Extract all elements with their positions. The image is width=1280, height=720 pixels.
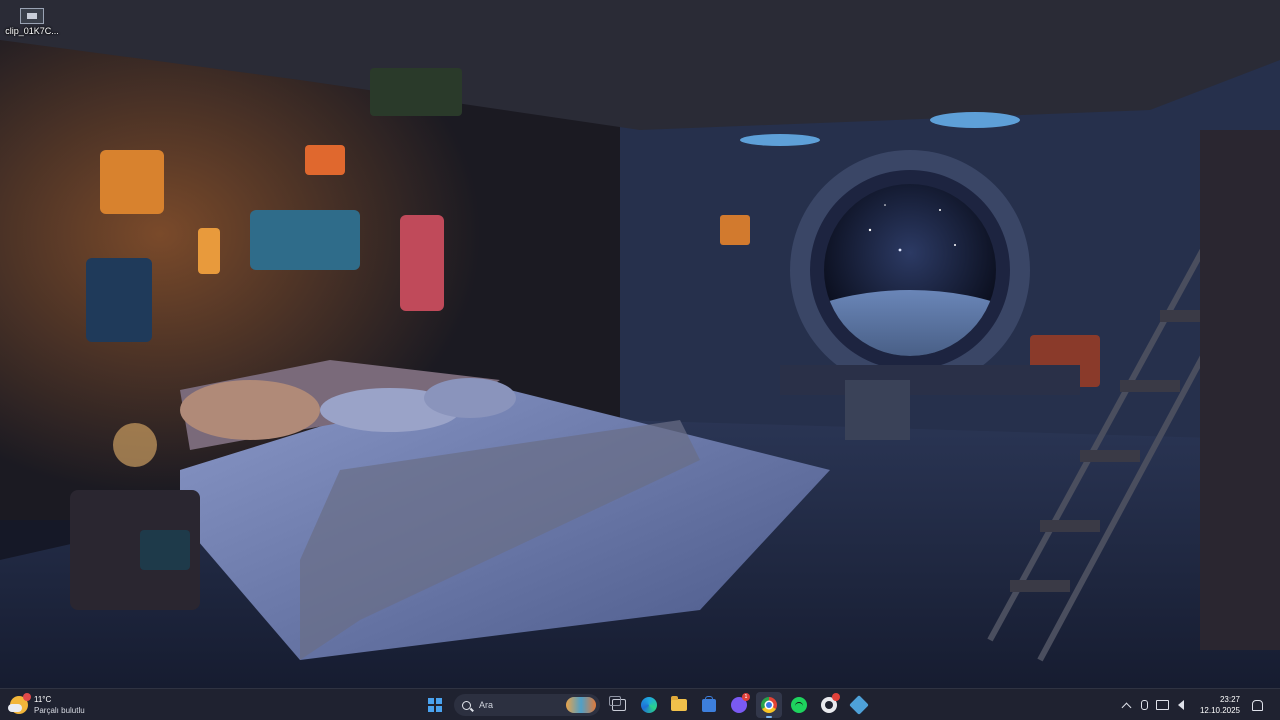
spotify-button[interactable] bbox=[786, 692, 812, 718]
desktop-icon-label: clip_01K7C... bbox=[5, 26, 59, 36]
search-icon bbox=[462, 700, 471, 710]
notification-badge: 1 bbox=[742, 693, 750, 701]
network-icon bbox=[1156, 700, 1170, 710]
system-tray: 23:27 12.10.2025 bbox=[1118, 692, 1266, 718]
task-view-button[interactable] bbox=[606, 692, 632, 718]
edge-button[interactable] bbox=[636, 692, 662, 718]
taskbar-apps: Ara 1 bbox=[420, 692, 874, 718]
weather-temperature: 11°C bbox=[34, 695, 52, 704]
chrome-button[interactable] bbox=[756, 692, 782, 718]
windows-start-icon bbox=[428, 698, 442, 712]
chrome-icon bbox=[761, 697, 777, 713]
store-button[interactable] bbox=[696, 692, 722, 718]
folder-icon bbox=[671, 696, 687, 711]
bell-icon bbox=[1251, 699, 1263, 711]
clock-date: 12.10.2025 bbox=[1199, 706, 1240, 715]
store-bag-icon bbox=[702, 695, 716, 712]
desktop-icon-clip[interactable]: clip_01K7C... bbox=[2, 8, 62, 36]
search-placeholder: Ara bbox=[479, 700, 494, 710]
show-hidden-icons-button[interactable] bbox=[1119, 697, 1135, 713]
notification-dot bbox=[832, 693, 840, 701]
taskbar-search[interactable]: Ara bbox=[454, 694, 600, 716]
edge-icon bbox=[641, 697, 657, 713]
microphone-icon bbox=[1141, 700, 1149, 710]
clock-time: 23:27 bbox=[1219, 695, 1240, 704]
start-button[interactable] bbox=[422, 692, 448, 718]
github-button[interactable] bbox=[816, 692, 842, 718]
wallpaper-scene bbox=[0, 0, 1280, 688]
app-button[interactable] bbox=[846, 692, 872, 718]
partly-cloudy-icon bbox=[8, 693, 31, 714]
speaker-icon bbox=[1177, 700, 1184, 710]
video-file-icon bbox=[20, 8, 44, 24]
clock[interactable]: 23:27 12.10.2025 bbox=[1200, 694, 1240, 716]
spotify-icon bbox=[791, 697, 807, 713]
weather-widget[interactable]: 11°C Parçalı bulutlu bbox=[8, 693, 85, 717]
chevron-up-icon bbox=[1122, 702, 1132, 712]
desktop-wallpaper bbox=[0, 0, 1280, 688]
network-button[interactable] bbox=[1155, 697, 1171, 713]
notifications-button[interactable] bbox=[1249, 697, 1265, 713]
app-icon bbox=[849, 695, 869, 715]
volume-button[interactable] bbox=[1173, 697, 1189, 713]
taskbar: 11°C Parçalı bulutlu Ara 1 23:27 12.10.2… bbox=[0, 688, 1280, 720]
file-explorer-button[interactable] bbox=[666, 692, 692, 718]
task-view-icon bbox=[609, 696, 626, 711]
microphone-button[interactable] bbox=[1137, 697, 1153, 713]
search-highlight-icon bbox=[566, 697, 596, 713]
weather-condition: Parçalı bulutlu bbox=[34, 706, 85, 715]
discord-button[interactable]: 1 bbox=[726, 692, 752, 718]
